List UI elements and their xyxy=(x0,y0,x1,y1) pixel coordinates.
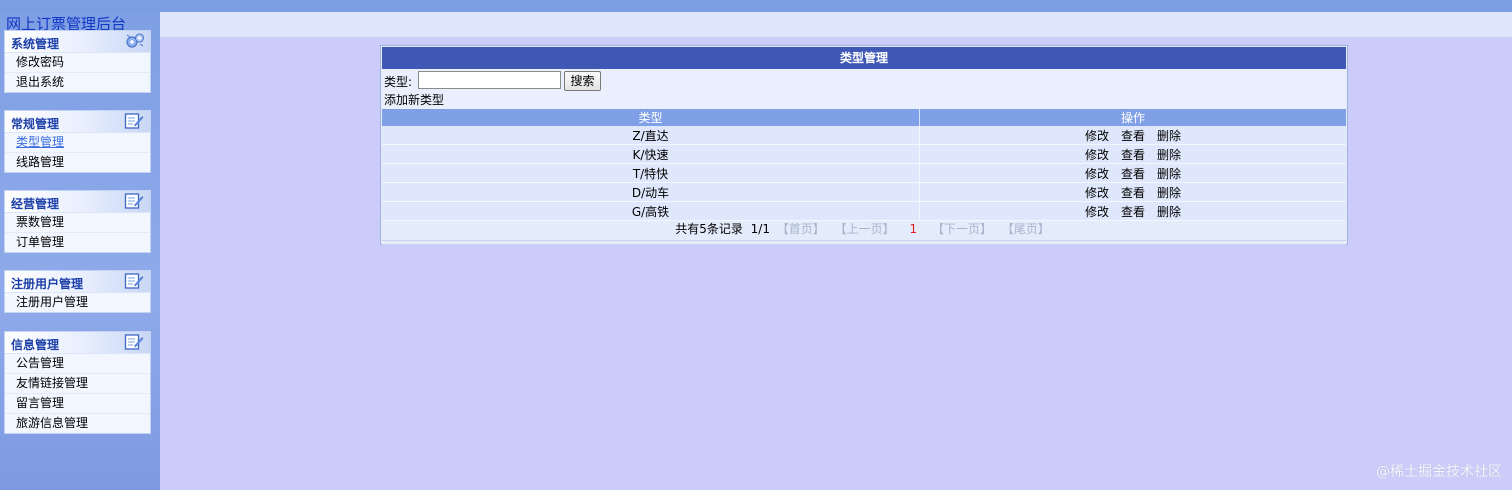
sidebar-item-message-management[interactable]: 留言管理 xyxy=(5,394,150,414)
sidebar-item-travel-info-management[interactable]: 旅游信息管理 xyxy=(5,414,150,433)
type-cell: T/特快 xyxy=(382,163,920,183)
menu-group-header[interactable]: 系统管理 xyxy=(5,31,150,53)
last-page-link[interactable]: 【尾页】 xyxy=(1002,222,1050,236)
menu-group-routine: 常规管理 类型管理 线路管理 xyxy=(4,110,151,173)
table-row: K/快速 修改 查看 删除 xyxy=(382,144,1346,164)
menu-group-header[interactable]: 注册用户管理 xyxy=(5,271,150,293)
table-row: G/高铁 修改 查看 删除 xyxy=(382,201,1346,221)
menu-group-registered-users: 注册用户管理 注册用户管理 xyxy=(4,270,151,313)
edit-link[interactable]: 修改 xyxy=(1085,184,1109,201)
sidebar-item-change-password[interactable]: 修改密码 xyxy=(5,53,150,73)
panel-title: 类型管理 xyxy=(382,47,1346,69)
delete-link[interactable]: 删除 xyxy=(1157,184,1181,201)
sidebar-item-friend-link-management[interactable]: 友情链接管理 xyxy=(5,374,150,394)
table-row: Z/直达 修改 查看 删除 xyxy=(382,126,1346,145)
actions-cell: 修改 查看 删除 xyxy=(919,182,1346,202)
search-button[interactable]: 搜索 xyxy=(564,71,601,91)
sidebar-item-order-management[interactable]: 订单管理 xyxy=(5,233,150,252)
edit-link[interactable]: 修改 xyxy=(1085,203,1109,220)
table-row: D/动车 修改 查看 删除 xyxy=(382,182,1346,202)
sidebar-item-ticket-count-management[interactable]: 票数管理 xyxy=(5,213,150,233)
sidebar-item-logout[interactable]: 退出系统 xyxy=(5,73,150,92)
sidebar-item-registered-user-management[interactable]: 注册用户管理 xyxy=(5,293,150,312)
delete-link[interactable]: 删除 xyxy=(1157,146,1181,163)
table-header-row: 类型 操作 xyxy=(382,109,1346,126)
delete-link[interactable]: 删除 xyxy=(1157,127,1181,144)
type-cell: D/动车 xyxy=(382,182,920,202)
type-cell: Z/直达 xyxy=(382,126,920,145)
search-label: 类型: xyxy=(384,75,413,89)
add-new-type-link[interactable]: 添加新类型 xyxy=(382,91,1346,109)
next-page-link[interactable]: 【下一页】 xyxy=(932,222,992,236)
view-link[interactable]: 查看 xyxy=(1121,146,1145,163)
view-link[interactable]: 查看 xyxy=(1121,165,1145,182)
menu-group-system: 系统管理 修改密码 退出系统 xyxy=(4,30,151,93)
sidebar-item-route-management[interactable]: 线路管理 xyxy=(5,153,150,172)
gears-icon xyxy=(124,32,145,50)
menu-group-label: 经营管理 xyxy=(11,197,60,211)
page-of-pages: 1/1 xyxy=(750,222,770,236)
edit-link[interactable]: 修改 xyxy=(1085,127,1109,144)
menu-group-label: 常规管理 xyxy=(11,117,60,131)
menu-group-label: 注册用户管理 xyxy=(11,277,84,291)
menu-group-header[interactable]: 经营管理 xyxy=(5,191,150,213)
panel-footer xyxy=(382,240,1346,245)
view-link[interactable]: 查看 xyxy=(1121,127,1145,144)
actions-cell: 修改 查看 删除 xyxy=(919,144,1346,164)
first-page-link[interactable]: 【首页】 xyxy=(777,222,825,236)
edit-note-icon xyxy=(124,112,144,130)
column-header-type: 类型 xyxy=(382,109,920,126)
current-page-number[interactable]: 1 xyxy=(909,222,917,236)
actions-cell: 修改 查看 删除 xyxy=(919,126,1346,145)
edit-link[interactable]: 修改 xyxy=(1085,165,1109,182)
sidebar: 网上订票管理后台 系统管理 修改密码 退出系统 常规管理 类型管理 线路管理 经… xyxy=(0,12,160,490)
sub-header-bar xyxy=(160,12,1512,37)
menu-group-information: 信息管理 公告管理 友情链接管理 留言管理 旅游信息管理 xyxy=(4,331,151,434)
sidebar-item-type-management[interactable]: 类型管理 xyxy=(5,133,150,153)
delete-link[interactable]: 删除 xyxy=(1157,203,1181,220)
menu-group-header[interactable]: 常规管理 xyxy=(5,111,150,133)
actions-cell: 修改 查看 删除 xyxy=(919,201,1346,221)
column-header-actions: 操作 xyxy=(919,109,1346,126)
type-management-panel: 类型管理 类型: 搜索 添加新类型 类型 操作 Z/直达 修改 查看 删除 K/快速… xyxy=(380,45,1348,245)
view-link[interactable]: 查看 xyxy=(1121,203,1145,220)
actions-cell: 修改 查看 删除 xyxy=(919,163,1346,183)
edit-note-icon xyxy=(124,272,144,290)
type-search-input[interactable] xyxy=(418,71,561,89)
type-table: 类型 操作 Z/直达 修改 查看 删除 K/快速 修改 查看 删除 T/特快 修改 查看删… xyxy=(382,109,1346,221)
pagination: 共有5条记录 1/1 【首页】 【上一页】 1 【下一页】 【尾页】 xyxy=(382,221,1346,238)
type-cell: G/高铁 xyxy=(382,201,920,221)
table-row: T/特快 修改 查看 删除 xyxy=(382,163,1346,183)
top-bar xyxy=(0,0,1512,12)
view-link[interactable]: 查看 xyxy=(1121,184,1145,201)
record-count: 共有5条记录 xyxy=(675,222,743,236)
delete-link[interactable]: 删除 xyxy=(1157,165,1181,182)
menu-group-label: 信息管理 xyxy=(11,338,60,352)
watermark: @稀土掘金技术社区 xyxy=(1376,464,1502,480)
prev-page-link[interactable]: 【上一页】 xyxy=(835,222,895,236)
type-cell: K/快速 xyxy=(382,144,920,164)
edit-link[interactable]: 修改 xyxy=(1085,146,1109,163)
sidebar-item-announcement-management[interactable]: 公告管理 xyxy=(5,354,150,374)
menu-group-header[interactable]: 信息管理 xyxy=(5,332,150,354)
menu-group-label: 系统管理 xyxy=(11,37,60,51)
search-row: 类型: 搜索 xyxy=(382,69,1346,91)
menu-group-business: 经营管理 票数管理 订单管理 xyxy=(4,190,151,253)
edit-note-icon xyxy=(124,333,144,351)
edit-note-icon xyxy=(124,192,144,210)
